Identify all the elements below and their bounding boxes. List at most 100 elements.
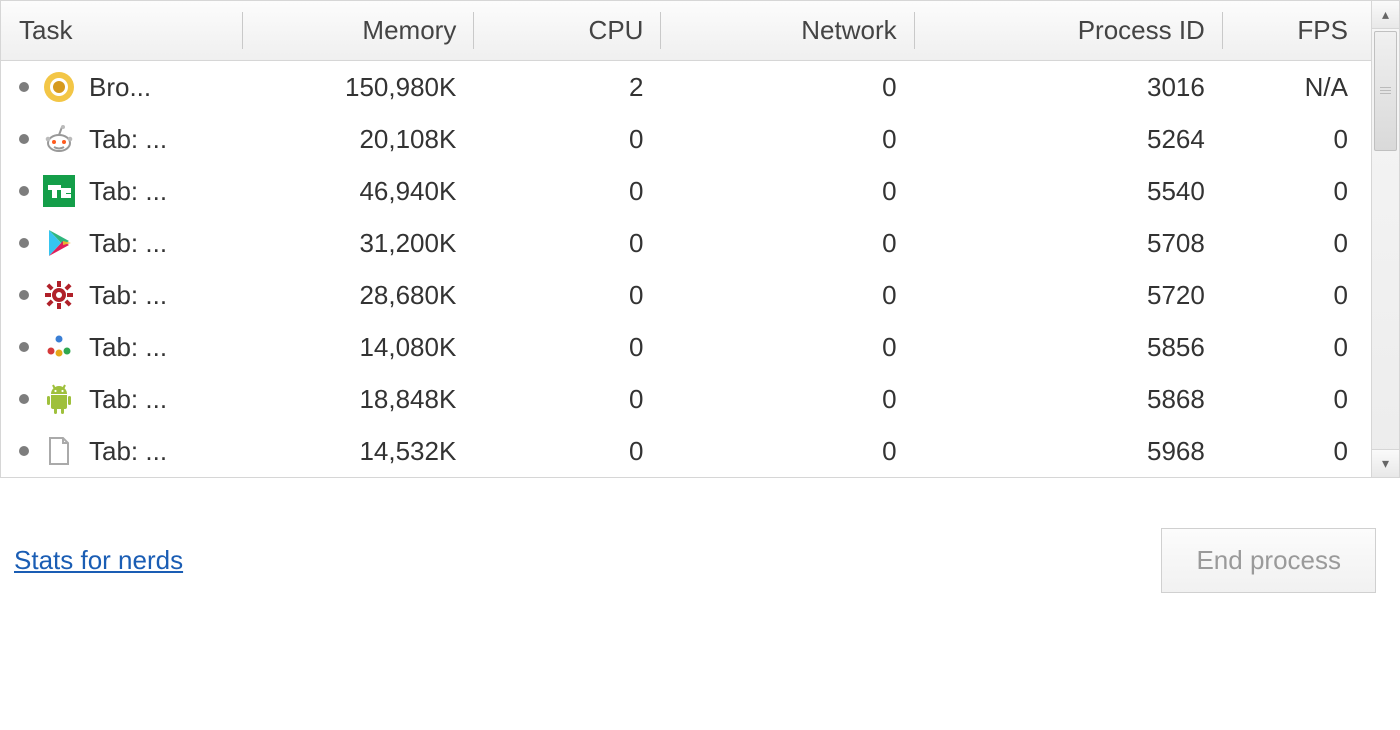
column-header-cpu-label: CPU: [589, 15, 644, 45]
row-bullet-icon: [19, 186, 29, 196]
column-header-network[interactable]: Network: [661, 1, 914, 61]
memory-cell: 46,940K: [243, 165, 474, 217]
cpu-cell: 2: [474, 61, 661, 114]
table-row[interactable]: Tab: ...28,680K0057200: [1, 269, 1399, 321]
row-bullet-icon: [19, 134, 29, 144]
fps-cell: N/A: [1223, 61, 1366, 114]
task-label: Tab: ...: [89, 228, 167, 259]
page-icon: [43, 435, 75, 467]
gear-red-icon: [43, 279, 75, 311]
process-id-cell: 5708: [915, 217, 1223, 269]
play-icon: [43, 227, 75, 259]
vertical-scrollbar[interactable]: ▴ ▾: [1371, 1, 1399, 477]
network-cell: 0: [661, 373, 914, 425]
network-cell: 0: [661, 61, 914, 114]
memory-cell: 31,200K: [243, 217, 474, 269]
process-id-cell: 5968: [915, 425, 1223, 477]
android-icon: [43, 383, 75, 415]
task-cell: Tab: ...: [1, 113, 243, 165]
memory-cell: 14,080K: [243, 321, 474, 373]
cpu-cell: 0: [474, 425, 661, 477]
task-label: Bro...: [89, 72, 151, 103]
task-table: Task Memory CPU Network Process ID FPS B…: [0, 0, 1400, 478]
process-id-cell: 5264: [915, 113, 1223, 165]
process-id-cell: 5868: [915, 373, 1223, 425]
scroll-up-button[interactable]: ▴: [1372, 1, 1399, 29]
process-id-cell: 5540: [915, 165, 1223, 217]
table-row[interactable]: Tab: ...14,532K0059680: [1, 425, 1399, 477]
process-id-cell: 5720: [915, 269, 1223, 321]
fps-cell: 0: [1223, 321, 1366, 373]
table-row[interactable]: Bro... 150,980K203016N/A: [1, 61, 1399, 114]
task-cell: Tab: ...: [1, 269, 243, 321]
memory-cell: 28,680K: [243, 269, 474, 321]
task-label: Tab: ...: [89, 332, 167, 363]
task-label: Tab: ...: [89, 280, 167, 311]
row-bullet-icon: [19, 290, 29, 300]
network-cell: 0: [661, 425, 914, 477]
table-row[interactable]: Tab: ...20,108K0052640: [1, 113, 1399, 165]
scroll-down-button[interactable]: ▾: [1372, 449, 1399, 477]
techcrunch-icon: [43, 175, 75, 207]
process-id-cell: 5856: [915, 321, 1223, 373]
task-cell: Tab: ...: [1, 165, 243, 217]
row-bullet-icon: [19, 82, 29, 92]
network-cell: 0: [661, 321, 914, 373]
task-cell: Tab: ...: [1, 373, 243, 425]
task-label: Tab: ...: [89, 176, 167, 207]
column-header-network-label: Network: [801, 15, 896, 45]
table-row[interactable]: Tab: ...46,940K0055400: [1, 165, 1399, 217]
dots-icon: [43, 331, 75, 363]
table-row[interactable]: Tab: ...31,200K0057080: [1, 217, 1399, 269]
fps-cell: 0: [1223, 113, 1366, 165]
cpu-cell: 0: [474, 217, 661, 269]
fps-cell: 0: [1223, 269, 1366, 321]
network-cell: 0: [661, 113, 914, 165]
row-bullet-icon: [19, 238, 29, 248]
task-cell: Bro...: [1, 61, 243, 114]
cpu-cell: 0: [474, 165, 661, 217]
footer: Stats for nerds End process: [0, 478, 1400, 593]
task-cell: Tab: ...: [1, 425, 243, 477]
column-header-memory[interactable]: Memory: [243, 1, 474, 61]
stats-for-nerds-link[interactable]: Stats for nerds: [14, 545, 183, 576]
fps-cell: 0: [1223, 217, 1366, 269]
column-header-process-id-label: Process ID: [1078, 15, 1205, 45]
column-header-process-id[interactable]: Process ID: [915, 1, 1223, 61]
scroll-thumb[interactable]: [1374, 31, 1397, 151]
network-cell: 0: [661, 217, 914, 269]
memory-cell: 20,108K: [243, 113, 474, 165]
memory-cell: 18,848K: [243, 373, 474, 425]
task-label: Tab: ...: [89, 384, 167, 415]
cpu-cell: 0: [474, 269, 661, 321]
column-header-fps[interactable]: FPS: [1223, 1, 1366, 61]
column-header-row: Task Memory CPU Network Process ID FPS: [1, 1, 1399, 61]
column-header-fps-label: FPS: [1297, 15, 1348, 45]
end-process-button[interactable]: End process: [1161, 528, 1376, 593]
table-row[interactable]: Tab: ...18,848K0058680: [1, 373, 1399, 425]
task-cell: Tab: ...: [1, 217, 243, 269]
cpu-cell: 0: [474, 373, 661, 425]
memory-cell: 150,980K: [243, 61, 474, 114]
task-label: Tab: ...: [89, 436, 167, 467]
memory-cell: 14,532K: [243, 425, 474, 477]
column-header-cpu[interactable]: CPU: [474, 1, 661, 61]
fps-cell: 0: [1223, 373, 1366, 425]
row-bullet-icon: [19, 342, 29, 352]
column-header-task[interactable]: Task: [1, 1, 243, 61]
reddit-icon: [43, 123, 75, 155]
row-bullet-icon: [19, 394, 29, 404]
column-header-task-label: Task: [19, 15, 72, 45]
process-id-cell: 3016: [915, 61, 1223, 114]
fps-cell: 0: [1223, 165, 1366, 217]
table-row[interactable]: Tab: ...14,080K0058560: [1, 321, 1399, 373]
task-label: Tab: ...: [89, 124, 167, 155]
fps-cell: 0: [1223, 425, 1366, 477]
chrome-icon: [43, 71, 75, 103]
task-cell: Tab: ...: [1, 321, 243, 373]
cpu-cell: 0: [474, 321, 661, 373]
network-cell: 0: [661, 269, 914, 321]
network-cell: 0: [661, 165, 914, 217]
row-bullet-icon: [19, 446, 29, 456]
column-header-memory-label: Memory: [362, 15, 456, 45]
